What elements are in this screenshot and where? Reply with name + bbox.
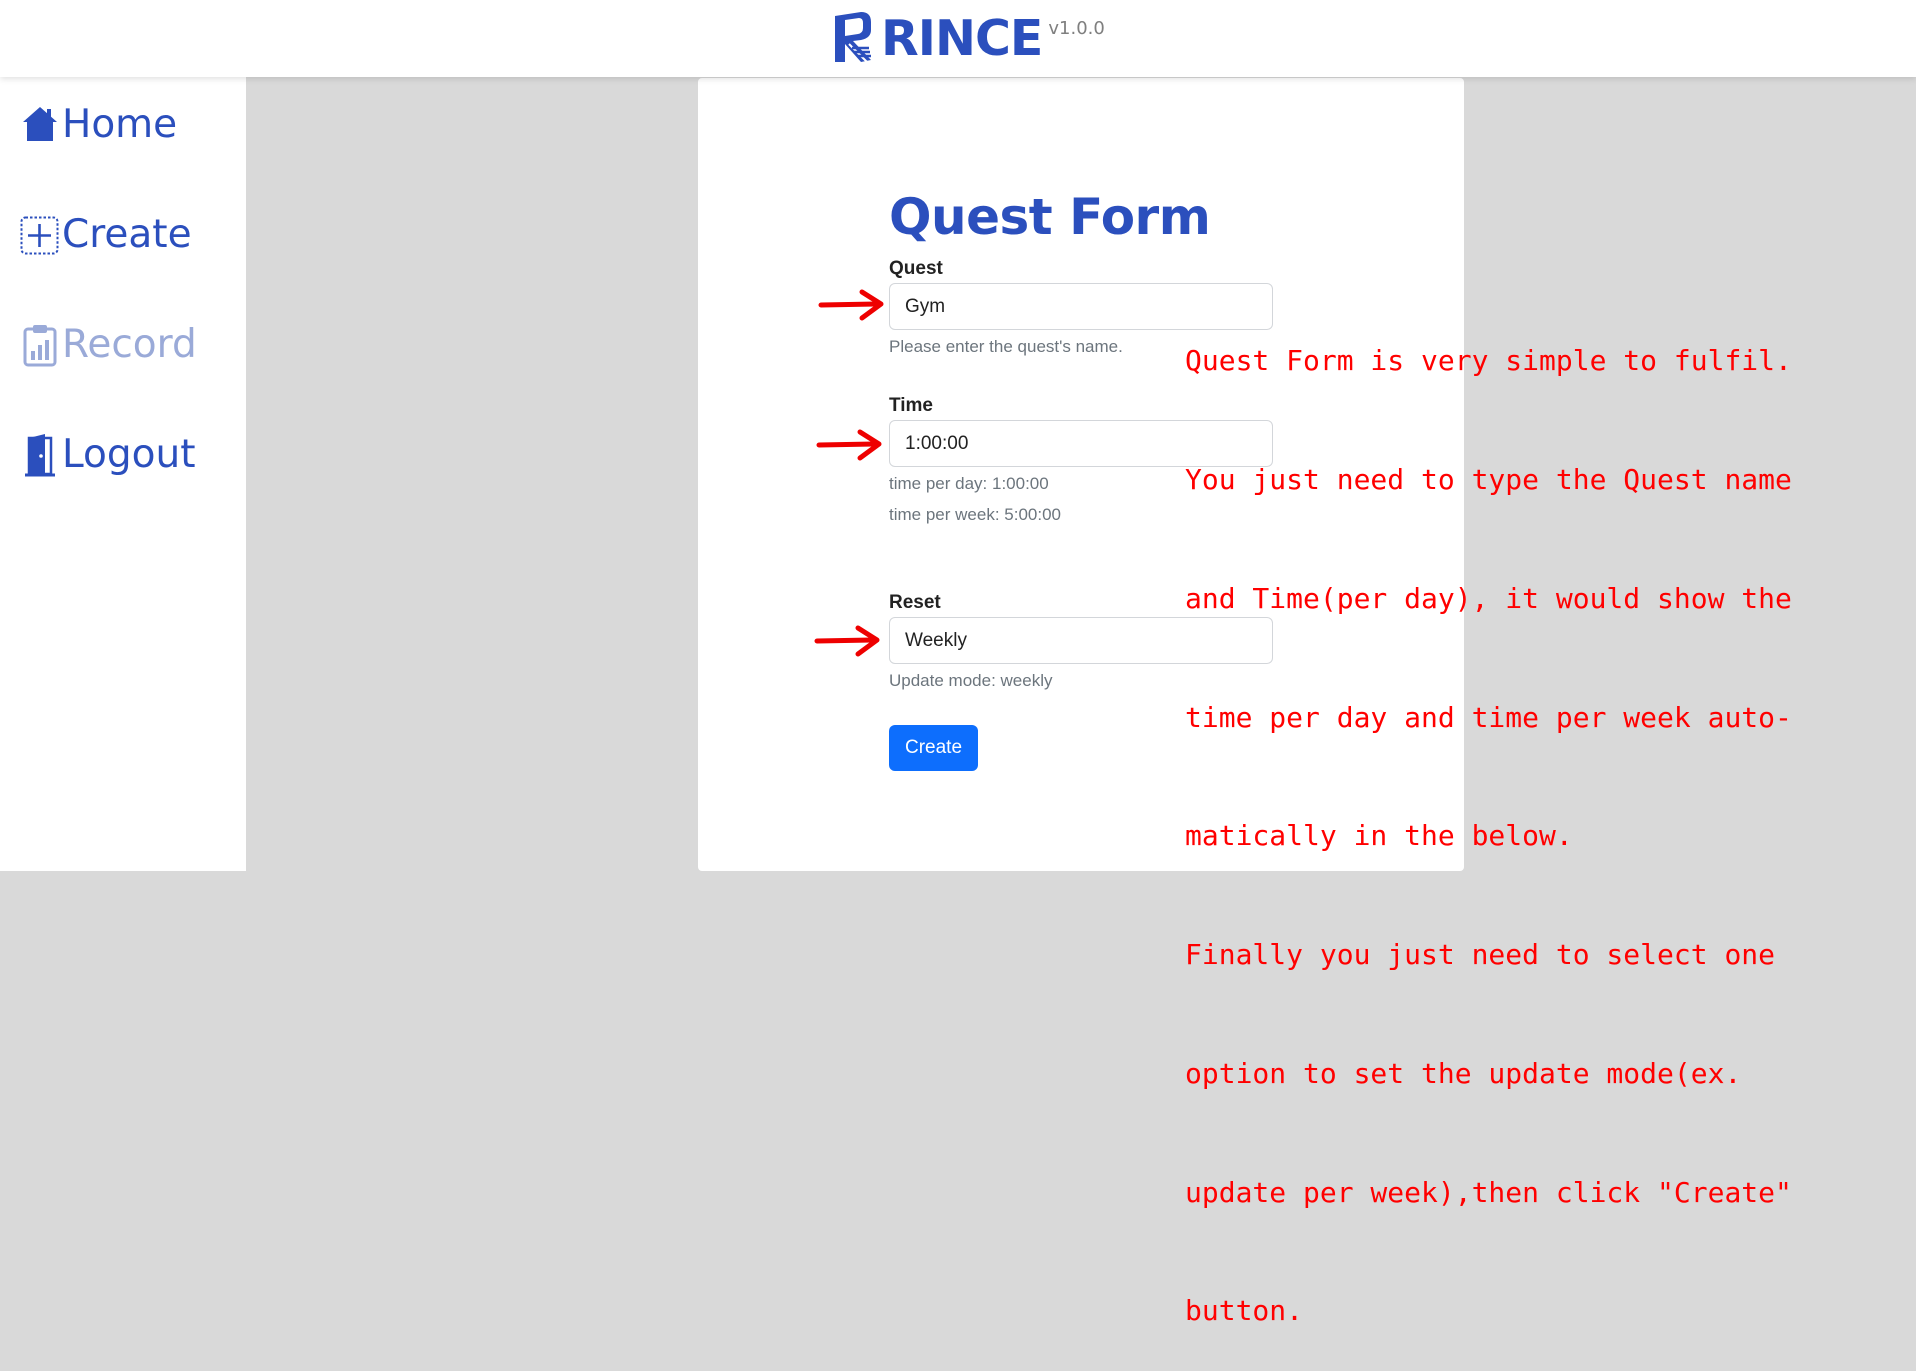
annotation-line: Quest Form is very simple to fulfil. <box>1185 344 1792 378</box>
brand[interactable]: RINCE v1.0.0 <box>831 10 1105 67</box>
annotation-line: and Time(per day), it would show the <box>1185 581 1792 615</box>
sidebar-item-create[interactable]: Create <box>20 212 192 257</box>
arrow-icon <box>816 429 882 461</box>
annotation-line: matically in the below. <box>1185 819 1573 853</box>
sidebar-item-label: Home <box>62 102 178 147</box>
annotation-line: option to set the update mode(ex. <box>1185 1056 1742 1090</box>
sidebar: Home Create Record Logout <box>0 77 246 871</box>
quest-label: Quest <box>889 258 943 279</box>
annotation-line: update per week),then click "Create" <box>1185 1175 1792 1209</box>
arrow-icon <box>818 289 884 321</box>
clipboard-chart-icon <box>23 324 57 366</box>
annotation-line: button. <box>1185 1294 1304 1328</box>
plus-square-icon <box>20 216 59 254</box>
door-exit-icon <box>25 433 55 476</box>
sidebar-item-record[interactable]: Record <box>20 322 197 367</box>
time-per-day-text: time per day: 1:00:00 <box>889 474 1049 493</box>
home-icon <box>23 106 57 141</box>
sidebar-item-logout[interactable]: Logout <box>20 432 196 477</box>
sidebar-item-label: Logout <box>62 432 196 477</box>
annotation-line: time per day and time per week auto- <box>1185 700 1792 734</box>
top-bar: RINCE v1.0.0 <box>0 0 1916 77</box>
annotation-line: You just need to type the Quest name <box>1185 462 1792 496</box>
app-name: RINCE <box>881 10 1043 67</box>
page-title: Quest Form <box>889 188 1211 246</box>
create-button[interactable]: Create <box>889 725 978 771</box>
time-per-week-text: time per week: 5:00:00 <box>889 505 1061 524</box>
reset-label: Reset <box>889 592 941 613</box>
annotation-line: Finally you just need to select one <box>1185 938 1776 972</box>
quest-help-text: Please enter the quest's name. <box>889 337 1123 356</box>
sidebar-item-label: Create <box>62 212 192 257</box>
arrow-icon <box>814 625 880 657</box>
sidebar-item-label: Record <box>62 322 197 367</box>
app-version: v1.0.0 <box>1048 18 1105 39</box>
rince-logo-icon <box>835 12 871 63</box>
annotation-text: Quest Form is very simple to fulfil. You… <box>1185 262 1835 1371</box>
reset-help-text: Update mode: weekly <box>889 671 1053 690</box>
sidebar-item-home[interactable]: Home <box>20 102 177 147</box>
time-label: Time <box>889 395 934 416</box>
